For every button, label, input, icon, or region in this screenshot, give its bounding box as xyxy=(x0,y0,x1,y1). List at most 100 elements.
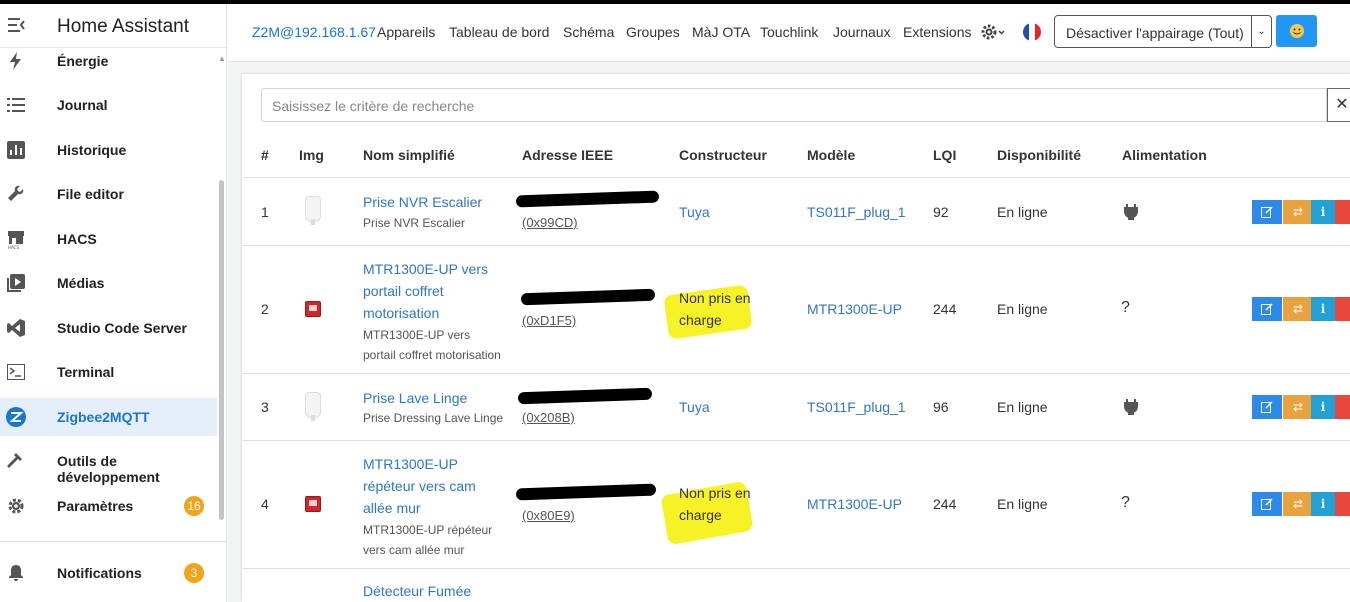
col-header-lqi[interactable]: LQI xyxy=(933,147,956,163)
sidebar-item-historique[interactable]: Historique xyxy=(0,131,217,169)
col-header-power[interactable]: Alimentation xyxy=(1122,147,1207,163)
vscode-icon xyxy=(6,318,26,338)
nav-link-maj-ota[interactable]: MàJ OTA xyxy=(692,24,750,40)
pairing-select-value: Désactiver l'appairage (Tout) xyxy=(1066,25,1244,41)
delete-button[interactable] xyxy=(1335,395,1350,419)
sidebar-item-label: Terminal xyxy=(57,364,115,380)
sidebar-item-label: File editor xyxy=(57,186,124,202)
zigbee-icon xyxy=(6,407,26,427)
nav-brand-link[interactable]: Z2M@192.168.1.67 xyxy=(252,24,376,40)
nav-link-extensions[interactable]: Extensions xyxy=(903,24,971,40)
rename-button[interactable]: ⇄ xyxy=(1283,297,1313,321)
model-link[interactable]: TS011F_plug_1 xyxy=(807,201,906,223)
sidebar: Home Assistant Énergie Journal Historiqu… xyxy=(0,4,227,602)
chevron-down-icon[interactable]: ⌄ xyxy=(1251,16,1271,47)
table-divider xyxy=(243,177,1350,178)
sidebar-divider xyxy=(0,541,226,542)
edit-button[interactable] xyxy=(1252,297,1282,321)
sidebar-item-notifications[interactable]: Notifications 3 xyxy=(0,554,217,592)
table-divider xyxy=(243,373,1350,374)
sidebar-item-zigbee2mqtt[interactable]: Zigbee2MQTT xyxy=(0,398,217,436)
ieee-address-link[interactable]: (0x208B) xyxy=(522,410,575,425)
edit-button[interactable] xyxy=(1252,200,1282,224)
vendor-link[interactable]: Tuya xyxy=(679,201,710,223)
col-header-num[interactable]: # xyxy=(261,147,269,163)
model-link[interactable]: MTR1300E-UP xyxy=(807,298,902,320)
delete-button[interactable] xyxy=(1335,200,1350,224)
sidebar-item-hacs[interactable]: HACS HACS xyxy=(0,220,217,258)
row-number: 4 xyxy=(261,496,269,512)
col-header-availability[interactable]: Disponibilité xyxy=(997,147,1081,163)
search-input[interactable]: Saisissez le critère de recherche xyxy=(261,88,1327,122)
rename-button[interactable]: ⇄ xyxy=(1283,492,1313,516)
nav-link-touchlink[interactable]: Touchlink xyxy=(760,24,818,40)
table-divider xyxy=(243,568,1350,569)
device-description: MTR1300E-UP répéteur vers cam allée mur xyxy=(363,523,493,557)
nav-link-appareils[interactable]: Appareils xyxy=(377,24,435,40)
col-header-img[interactable]: Img xyxy=(299,147,324,163)
nav-link-schema[interactable]: Schéma xyxy=(563,24,614,40)
settings-dropdown-gear-icon[interactable] xyxy=(980,21,1006,43)
device-name-link[interactable]: Prise Lave Linge xyxy=(363,387,513,409)
nav-link-groupes[interactable]: Groupes xyxy=(626,24,680,40)
ieee-address-link[interactable]: (0x80E9) xyxy=(522,508,575,523)
sidebar-item-medias[interactable]: Médias xyxy=(0,264,217,302)
pairing-select[interactable]: Désactiver l'appairage (Tout) ⌄ xyxy=(1054,15,1272,48)
sidebar-item-studio-code-server[interactable]: Studio Code Server xyxy=(0,309,217,347)
device-name-link[interactable]: Prise NVR Escalier xyxy=(363,191,513,213)
edit-icon xyxy=(1261,303,1273,315)
edit-button[interactable] xyxy=(1252,395,1282,419)
delete-button[interactable] xyxy=(1335,297,1350,321)
sidebar-item-file-editor[interactable]: File editor xyxy=(0,175,217,213)
info-button[interactable]: i xyxy=(1311,297,1335,321)
swap-icon: ⇄ xyxy=(1292,400,1304,414)
sidebar-item-journal[interactable]: Journal xyxy=(0,86,217,124)
hammer-icon xyxy=(6,451,26,471)
model-link[interactable]: MTR1300E-UP xyxy=(807,493,902,515)
sidebar-item-label: Paramètres xyxy=(57,498,134,514)
availability-value: En ligne xyxy=(997,204,1048,220)
info-button[interactable]: i xyxy=(1311,200,1335,224)
mains-plug-icon xyxy=(1124,399,1138,421)
lqi-value: 96 xyxy=(933,399,949,415)
col-header-name[interactable]: Nom simplifié xyxy=(363,147,455,163)
user-menu-button[interactable] xyxy=(1276,15,1317,47)
top-navbar: Z2M@192.168.1.67 Appareils Tableau de bo… xyxy=(228,4,1350,62)
ieee-address-link[interactable]: (0x99CD) xyxy=(522,215,578,230)
french-flag-icon[interactable] xyxy=(1023,23,1041,41)
scroll-up-arrow-icon[interactable]: ▲ xyxy=(218,54,226,63)
device-name-link[interactable]: MTR1300E-UP vers portail coffret motoris… xyxy=(363,258,503,324)
rename-button[interactable]: ⇄ xyxy=(1283,200,1313,224)
sidebar-item-outils-developpement[interactable]: Outils de développement xyxy=(0,442,217,485)
info-button[interactable]: i xyxy=(1311,492,1335,516)
col-header-vendor[interactable]: Constructeur xyxy=(679,147,767,163)
model-link[interactable]: TS011F_plug_1 xyxy=(807,396,906,418)
edit-button[interactable] xyxy=(1252,492,1282,516)
device-name-link[interactable]: Détecteur Fumée xyxy=(363,580,471,602)
device-name-link[interactable]: MTR1300E-UP répéteur vers cam allée mur xyxy=(363,453,503,519)
rename-button[interactable]: ⇄ xyxy=(1283,395,1313,419)
scrollbar-thumb[interactable] xyxy=(219,180,224,520)
sidebar-item-label: Notifications xyxy=(57,565,142,581)
sidebar-item-parametres[interactable]: Paramètres 16 xyxy=(0,487,217,525)
ieee-address-link[interactable]: (0xD1F5) xyxy=(522,313,576,328)
sidebar-item-terminal[interactable]: Terminal xyxy=(0,353,217,391)
swap-icon: ⇄ xyxy=(1292,205,1304,219)
search-clear-button[interactable]: ✕ xyxy=(1327,88,1350,122)
menu-collapse-icon[interactable] xyxy=(7,16,27,34)
nav-link-tableau-de-bord[interactable]: Tableau de bord xyxy=(449,24,549,40)
wrench-icon xyxy=(6,184,26,204)
vendor-unsupported: Non pris en charge xyxy=(679,290,751,328)
lqi-value: 244 xyxy=(933,496,957,512)
col-header-ieee[interactable]: Adresse IEEE xyxy=(522,147,613,163)
delete-button[interactable] xyxy=(1335,492,1350,516)
sidebar-scrollbar[interactable]: ▲ xyxy=(218,54,226,544)
info-button[interactable]: i xyxy=(1311,395,1335,419)
edit-icon xyxy=(1261,498,1273,510)
vendor-link[interactable]: Tuya xyxy=(679,396,710,418)
swap-icon: ⇄ xyxy=(1292,302,1304,316)
swap-icon: ⇄ xyxy=(1292,497,1304,511)
lqi-value: 92 xyxy=(933,204,949,220)
nav-link-journaux[interactable]: Journaux xyxy=(833,24,891,40)
col-header-model[interactable]: Modèle xyxy=(807,147,855,163)
